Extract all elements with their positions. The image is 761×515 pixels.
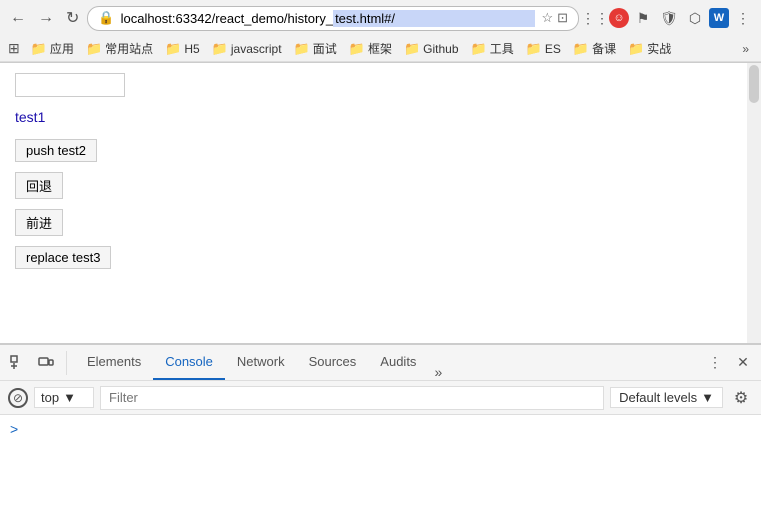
folder-icon: 📁: [471, 41, 487, 57]
menu-icon[interactable]: ⋮: [731, 6, 755, 30]
tab-sources[interactable]: Sources: [297, 345, 369, 380]
bookmark-备课[interactable]: 📁 备课: [568, 38, 621, 59]
devtools-right-icons: ⋮ ✕: [703, 351, 755, 375]
address-highlighted: test.html#/: [333, 10, 535, 27]
folder-icon: 📁: [86, 41, 102, 57]
more-tabs-button[interactable]: »: [428, 364, 448, 380]
bookmark-label: H5: [184, 42, 199, 56]
bookmark-工具[interactable]: 📁 工具: [466, 38, 519, 59]
console-input[interactable]: [22, 422, 751, 437]
nav-bar: ← → ↻ 🔒 localhost:63342/react_demo/histo…: [0, 0, 761, 36]
bookmark-label: 常用站点: [105, 40, 153, 57]
bookmark-label: Github: [423, 42, 458, 56]
bookmark-github[interactable]: 📁 Github: [399, 39, 464, 59]
bookmark-es[interactable]: 📁 ES: [521, 39, 566, 59]
scrollbar-track[interactable]: [747, 63, 761, 343]
tab-console[interactable]: Console: [153, 345, 225, 380]
bookmark-label: 面试: [313, 40, 337, 57]
bookmark-h5[interactable]: 📁 H5: [160, 39, 205, 59]
bookmarks-bar: ⊞ 📁 应用 📁 常用站点 📁 H5 📁 javascript 📁 面试 📁 框…: [0, 36, 761, 62]
devtools-side-icons: [6, 351, 67, 375]
forward-qianjin-button[interactable]: 前进: [15, 209, 63, 236]
back-button[interactable]: ←: [6, 7, 30, 29]
bookmark-label: 工具: [490, 40, 514, 57]
push-test2-button[interactable]: push test2: [15, 139, 97, 162]
apps-grid-icon: ⊞: [8, 40, 20, 57]
angry-face-icon[interactable]: ☺: [609, 8, 629, 28]
address-text-static: localhost:63342/react_demo/history_: [121, 11, 333, 26]
bookmark-面试[interactable]: 📁 面试: [289, 38, 342, 59]
test1-link[interactable]: test1: [15, 109, 732, 125]
folder-icon: 📁: [165, 41, 181, 57]
bookmark-javascript[interactable]: 📁 javascript: [207, 39, 287, 59]
folder-icon: 📁: [573, 41, 589, 57]
folder-icon: 📁: [404, 41, 420, 57]
browser-chrome: ← → ↻ 🔒 localhost:63342/react_demo/histo…: [0, 0, 761, 63]
log-levels-selector[interactable]: Default levels ▼: [610, 387, 723, 408]
more-bookmarks-button[interactable]: »: [738, 40, 753, 58]
console-toolbar: ⊘ top ▼ Default levels ▼ ⚙: [0, 381, 761, 415]
flag-icon[interactable]: ⚑: [631, 6, 655, 30]
replace-test3-button[interactable]: replace test3: [15, 246, 111, 269]
bookmark-label: 框架: [368, 40, 392, 57]
shield-icon[interactable]: 🛡: [657, 6, 681, 30]
bookmark-常用站点[interactable]: 📁 常用站点: [81, 38, 158, 59]
bookmark-label: 备课: [592, 40, 616, 57]
clear-console-button[interactable]: ⊘: [8, 388, 28, 408]
folder-icon: 📁: [212, 41, 228, 57]
bookmark-框架[interactable]: 📁 框架: [344, 38, 397, 59]
folder-icon: 📁: [628, 41, 644, 57]
levels-arrow-icon: ▼: [701, 390, 714, 405]
bookmark-label: 实战: [647, 40, 671, 57]
right-icons: ⋮⋮ ☺ ⚑ 🛡 ⬡ W ⋮: [583, 6, 755, 30]
forward-button[interactable]: →: [34, 7, 58, 29]
bookmark-应用[interactable]: 📁 应用: [26, 38, 79, 59]
puzzle-icon[interactable]: ⬡: [683, 6, 707, 30]
console-caret-icon: >: [10, 421, 18, 437]
bookmark-label: ES: [545, 42, 561, 56]
folder-icon: 📁: [349, 41, 365, 57]
address-icons: ☆ ⊡: [541, 10, 568, 26]
levels-label: Default levels: [619, 390, 697, 405]
devices-icon[interactable]: ⊡: [557, 10, 568, 26]
address-bar[interactable]: 🔒 localhost:63342/react_demo/history_tes…: [87, 6, 579, 31]
folder-icon: 📁: [294, 41, 310, 57]
tab-network[interactable]: Network: [225, 345, 297, 380]
folder-icon: 📁: [31, 41, 47, 57]
devtools-header: Elements Console Network Sources Audits …: [0, 345, 761, 381]
device-toggle-icon[interactable]: [34, 351, 58, 375]
scrollbar-thumb[interactable]: [749, 65, 759, 103]
back-huittui-button[interactable]: 回退: [15, 172, 63, 199]
reload-button[interactable]: ↻: [62, 6, 83, 30]
folder-icon: 📁: [526, 41, 542, 57]
console-settings-button[interactable]: ⚙: [729, 386, 753, 410]
bookmark-label: javascript: [231, 42, 282, 56]
console-output: >: [0, 415, 761, 508]
devtools-close-icon[interactable]: ✕: [731, 351, 755, 375]
bookmark-star-icon[interactable]: ☆: [541, 10, 553, 26]
bookmark-实战[interactable]: 📁 实战: [623, 38, 676, 59]
context-label: top: [41, 390, 59, 405]
search-input[interactable]: [15, 73, 125, 97]
bookmark-label: 应用: [50, 40, 74, 57]
tab-audits[interactable]: Audits: [368, 345, 428, 380]
console-filter-input[interactable]: [100, 386, 604, 410]
context-arrow-icon: ▼: [63, 390, 76, 405]
console-prompt-line[interactable]: >: [10, 421, 751, 437]
extensions-icon[interactable]: ⋮⋮: [583, 6, 607, 30]
apps-button[interactable]: ⊞: [8, 40, 20, 57]
devtools-tabs: Elements Console Network Sources Audits …: [75, 345, 448, 380]
word-icon[interactable]: W: [709, 8, 729, 28]
context-selector[interactable]: top ▼: [34, 387, 94, 408]
page-content: test1 push test2 回退 前进 replace test3: [0, 63, 761, 343]
inspect-element-icon[interactable]: [6, 351, 30, 375]
tab-elements[interactable]: Elements: [75, 345, 153, 380]
page-viewport: test1 push test2 回退 前进 replace test3: [0, 63, 761, 343]
devtools-panel: Elements Console Network Sources Audits …: [0, 343, 761, 508]
devtools-more-icon[interactable]: ⋮: [703, 351, 727, 375]
